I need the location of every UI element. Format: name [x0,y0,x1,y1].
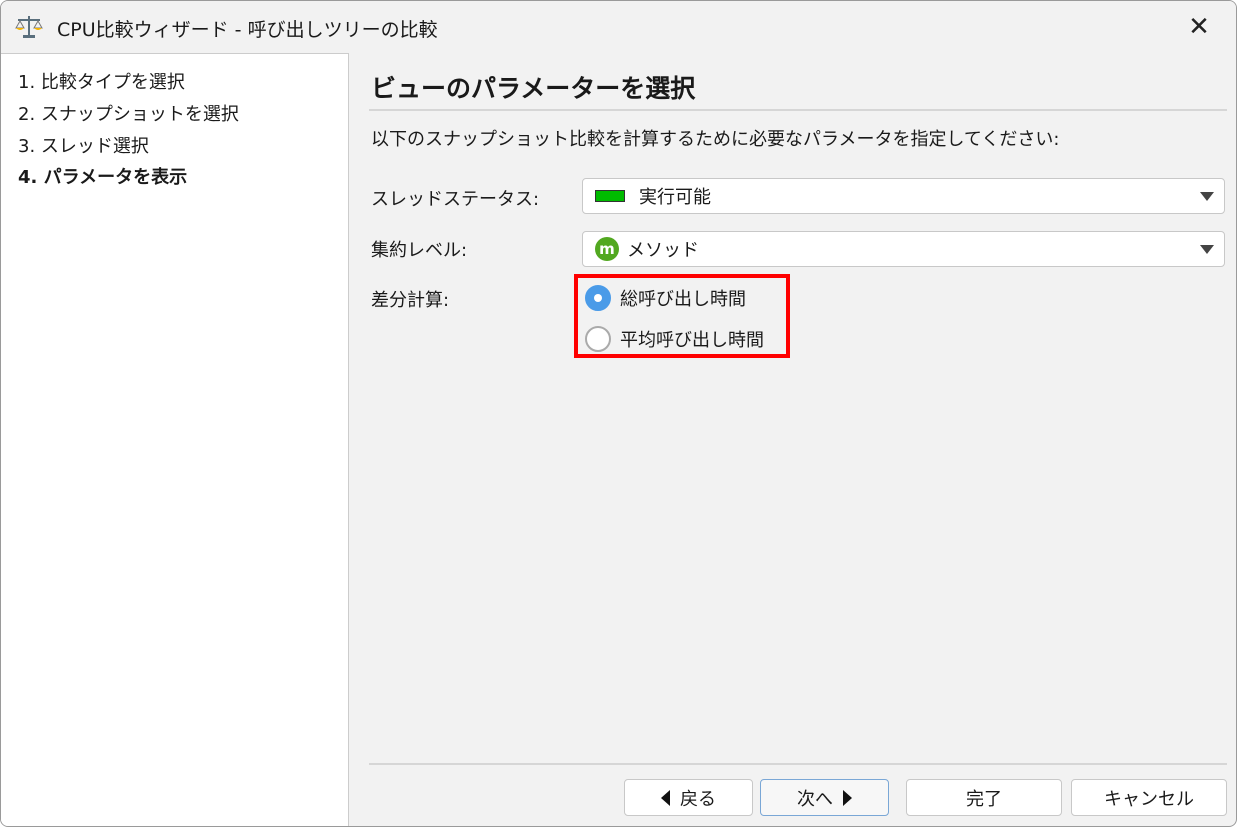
wizard-window: CPU比較ウィザード - 呼び出しツリーの比較 ✕ 1. 比較タイプを選択 2.… [0,0,1237,827]
status-color-icon [595,190,625,202]
radio-average-time[interactable]: 平均呼び出し時間 [585,326,764,352]
radio-unselected-icon [585,326,611,352]
step-4-current: 4. パラメータを表示 [18,167,188,188]
scales-icon [15,16,43,38]
divider [369,109,1227,111]
back-button[interactable]: 戻る [624,779,753,816]
diff-label: 差分計算: [371,290,450,311]
thread-status-dropdown[interactable]: 実行可能 [582,178,1225,214]
radio-label: 平均呼び出し時間 [620,330,764,351]
aggregation-dropdown[interactable]: m メソッド [582,231,1225,267]
next-label: 次へ [797,788,833,810]
thread-status-label: スレッドステータス: [371,189,540,210]
finish-button[interactable]: 完了 [906,779,1062,816]
back-label: 戻る [680,788,716,810]
cancel-button[interactable]: キャンセル [1071,779,1227,816]
highlight-box: 総呼び出し時間 平均呼び出し時間 [574,274,790,358]
close-button[interactable]: ✕ [1176,9,1222,45]
radio-label: 総呼び出し時間 [620,289,746,310]
title-bar: CPU比較ウィザード - 呼び出しツリーの比較 ✕ [1,1,1236,53]
chevron-down-icon [1200,245,1214,254]
arrow-right-icon [843,789,852,806]
step-2: 2. スナップショットを選択 [18,104,239,125]
footer-divider [369,763,1227,765]
radio-total-time[interactable]: 総呼び出し時間 [585,285,746,311]
aggregation-value: メソッド [627,240,699,261]
radio-selected-icon [585,285,611,311]
close-icon: ✕ [1188,12,1210,42]
window-title: CPU比較ウィザード - 呼び出しツリーの比較 [57,19,438,41]
step-1: 1. 比較タイプを選択 [18,72,185,93]
step-3: 3. スレッド選択 [18,136,149,157]
thread-status-value: 実行可能 [639,187,711,208]
method-icon: m [595,237,619,261]
chevron-down-icon [1200,192,1214,201]
content-panel: ビューのパラメーターを選択 以下のスナップショット比較を計算するために必要なパラ… [349,53,1236,826]
description: 以下のスナップショット比較を計算するために必要なパラメータを指定してください: [371,129,1060,150]
aggregation-label: 集約レベル: [371,240,468,261]
next-button[interactable]: 次へ [760,779,889,816]
steps-panel: 1. 比較タイプを選択 2. スナップショットを選択 3. スレッド選択 4. … [1,53,349,826]
arrow-left-icon [661,789,670,806]
page-title: ビューのパラメーターを選択 [371,74,696,103]
